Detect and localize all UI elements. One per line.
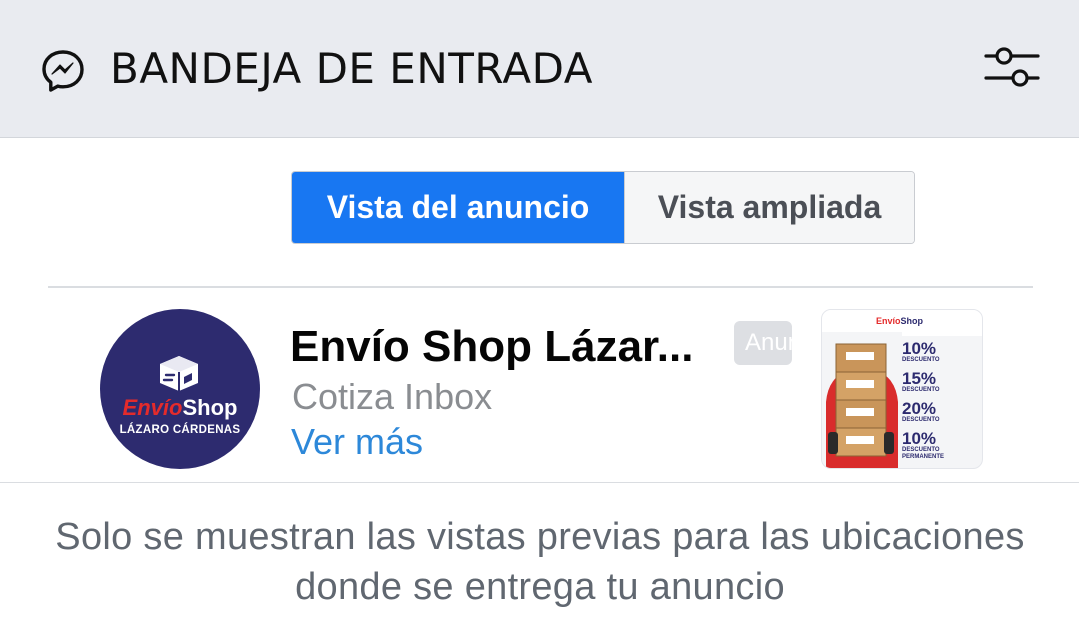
discount-item: 10% DESCUENTO PERMANENTE: [902, 429, 945, 460]
messenger-icon: [42, 50, 84, 92]
sponsored-badge: Anuncio: [734, 321, 792, 365]
discount-item: 10% DESCUENTO: [902, 339, 940, 363]
discount-item: 15% DESCUENTO: [902, 369, 940, 393]
avatar-location: LÁZARO CÁRDENAS: [119, 424, 241, 436]
divider: [0, 482, 1079, 483]
page-title: BANDEJA DE ENTRADA: [110, 44, 593, 93]
advertiser-name[interactable]: Envío Shop Lázar...: [290, 322, 730, 372]
discount-list: 10% DESCUENTO 15% DESCUENTO 20% DESCUENT…: [902, 340, 982, 460]
view-toggle: Vista del anuncio Vista ampliada: [291, 171, 915, 244]
ad-message: Cotiza Inbox: [292, 376, 493, 417]
package-icon: [160, 356, 198, 391]
tab-expanded-view[interactable]: Vista ampliada: [624, 172, 914, 243]
thumbnail-logo: EnvíoShop: [876, 316, 924, 326]
inbox-header: BANDEJA DE ENTRADA: [0, 0, 1079, 138]
preview-disclaimer: Solo se muestran las vistas previas para…: [55, 516, 1025, 608]
discount-item: 20% DESCUENTO: [902, 399, 940, 423]
delivery-person-image: [822, 332, 902, 468]
advertiser-avatar[interactable]: EnvíoShop LÁZARO CÁRDENAS: [100, 309, 260, 469]
see-more-link[interactable]: Ver más: [291, 421, 423, 463]
ad-image-thumbnail[interactable]: EnvíoShop 10% DESCUENTO 15% DESCUENTO 20…: [821, 309, 983, 469]
tab-ad-view[interactable]: Vista del anuncio: [292, 172, 624, 243]
avatar-brand: EnvíoShop: [122, 395, 238, 420]
sliders-icon[interactable]: [984, 46, 1040, 88]
